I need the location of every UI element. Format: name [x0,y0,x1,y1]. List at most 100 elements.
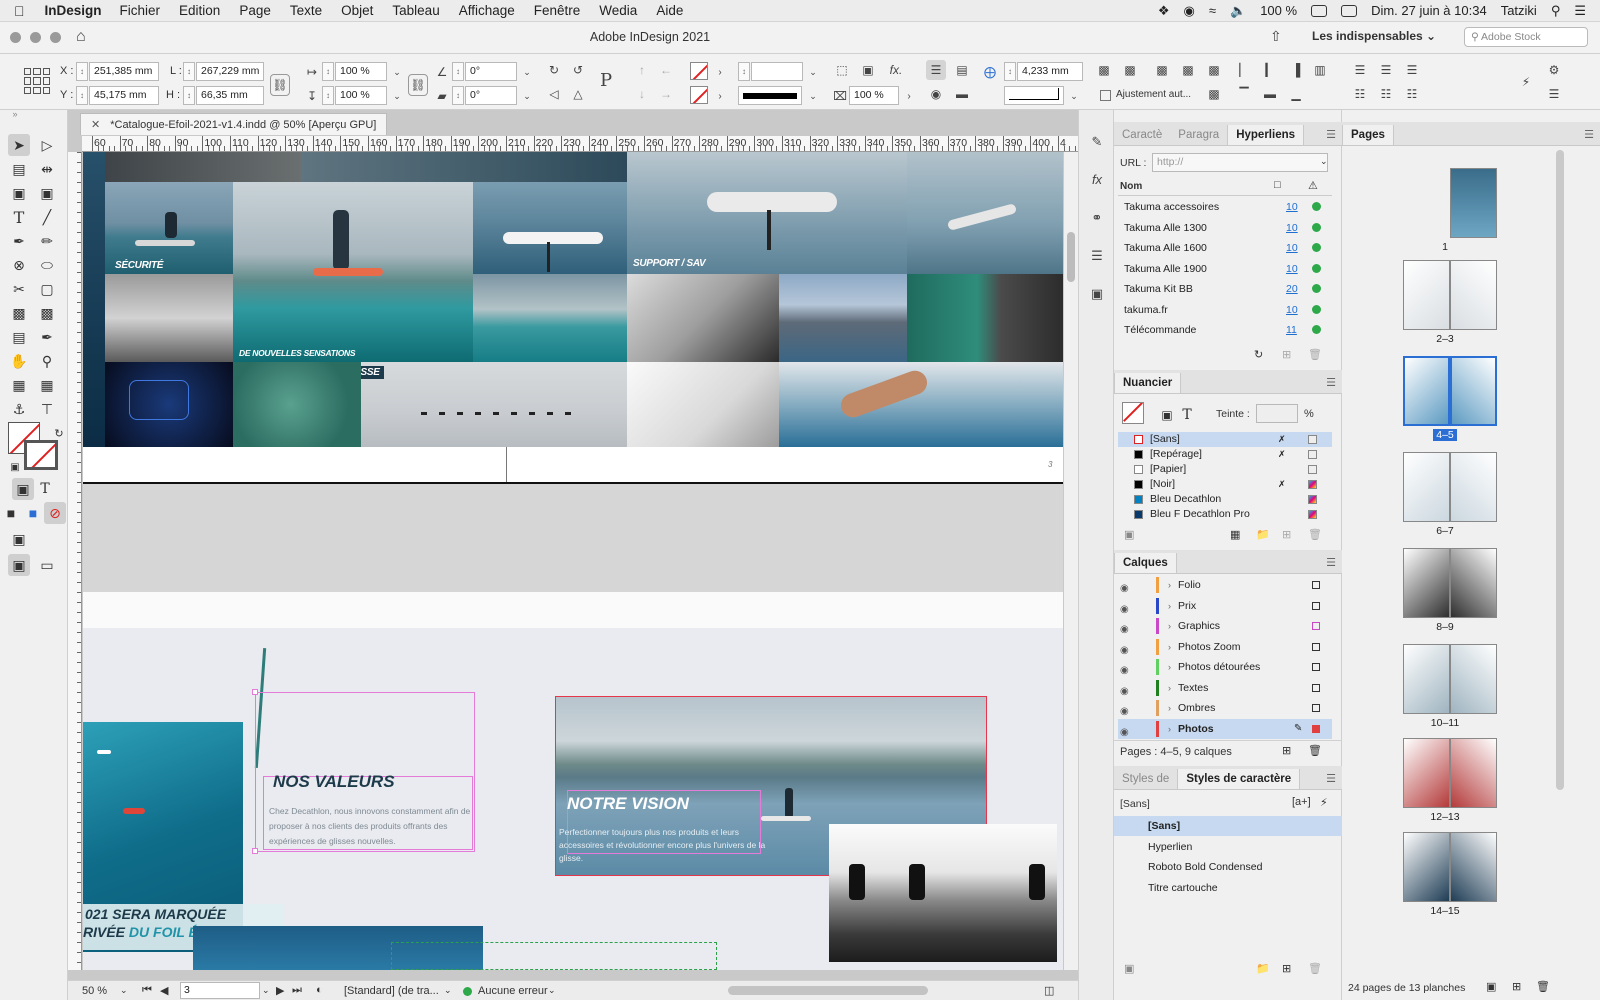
presentation-mode-icon[interactable]: ▣ [8,528,30,550]
layer-selection-box[interactable] [1312,642,1320,651]
clock[interactable]: Dim. 27 juin à 10:34 [1371,3,1487,18]
reference-point-icon[interactable] [24,68,50,94]
free-transform-tool-icon[interactable]: ▢ [36,278,58,300]
x-stepper[interactable]: ↕ [76,62,88,81]
hyperlink-page-link[interactable]: 10 [1286,300,1298,320]
hyperlink-page-link[interactable]: 10 [1286,218,1298,238]
photo-securite[interactable]: SÉCURITÉ [105,182,233,274]
text-wrap-shape-icon[interactable]: ◉ [926,84,946,104]
chevron-right-icon[interactable]: › [1168,637,1171,657]
photo-topdown[interactable] [233,362,361,447]
new-char-style-icon[interactable]: ⊞ [1282,962,1291,975]
scissors-tool-icon[interactable]: ✂ [8,278,30,300]
split-view-icon[interactable]: ◫ [1044,984,1054,997]
horizontal-scrollbar[interactable] [728,986,928,995]
zoom-level[interactable]: 50 % [82,985,107,997]
zoom-dropdown-icon[interactable]: ⌄ [120,985,128,996]
battery-icon[interactable] [1311,4,1328,17]
page-thumbnail[interactable] [1403,832,1450,902]
photo-board-closeup[interactable] [627,362,779,447]
stroke-none-swatch[interactable] [690,86,708,104]
y-stepper[interactable]: ↕ [76,86,88,105]
select-prev-icon[interactable]: ← [656,60,676,80]
pen-tool-icon[interactable]: ✒ [8,230,30,252]
menu-fichier[interactable]: Fichier [120,3,161,18]
stroke-type-dropdown-icon[interactable]: ⌄ [803,86,823,106]
links-panel-icon[interactable]: ⚭ [1088,210,1106,228]
hyperlinks-panel-menu-icon[interactable]: ☰ [1326,128,1336,141]
swatches-panel-menu-icon[interactable]: ☰ [1326,376,1336,389]
wifi-icon[interactable]: ≈ [1209,3,1216,18]
char-style-row[interactable]: Hyperlien [1114,837,1342,857]
fill-frame-proportional-icon[interactable]: ▩ [1120,60,1140,80]
eyedropper-tool-icon[interactable]: ✒ [36,326,58,348]
page-number-field[interactable]: 3 [180,982,260,999]
flip-horizontal-icon[interactable]: ◁ [544,84,564,104]
page-label[interactable]: 12–13 [1390,811,1500,823]
char-style-row[interactable]: Roboto Bold Condensed [1114,857,1342,877]
hyperlink-row[interactable]: Télécommande 11 [1118,320,1332,340]
char-style-row[interactable]: [Sans] [1114,816,1342,836]
swatch-row[interactable]: [Sans] ✗ [1118,432,1332,447]
align-vertical-centers-icon[interactable]: ▬ [1260,84,1280,104]
swatch-row[interactable]: Bleu F Decathlon Pro [1118,507,1332,522]
frame-fitting-icon[interactable]: ⬚ [832,60,852,80]
photo-foil-splash[interactable] [473,182,627,274]
properties-panel-icon[interactable]: ✎ [1088,134,1106,152]
formatting-container-icon[interactable]: ▣ [12,478,34,500]
chevron-right-icon[interactable]: › [1168,616,1171,636]
pencil-tool-icon[interactable]: ✏ [36,230,58,252]
corner-shape-selector[interactable] [1004,86,1064,105]
new-style-from-selection-icon[interactable]: [a+] [1292,796,1311,808]
scale-x-field[interactable]: 100 % [335,62,387,81]
menu-affichage[interactable]: Affichage [459,3,515,18]
gradient-feather-tool-icon[interactable]: ▩ [36,302,58,324]
fill-swatch-dropdown-icon[interactable]: › [710,62,730,82]
default-fill-stroke-icon[interactable]: ▣ [4,456,26,478]
text-wrap-none-icon[interactable]: ☰ [926,60,946,80]
gap-stepper[interactable]: ↕ [1004,62,1016,81]
horizontal-ruler[interactable]: 60 70 80 90 100 110 120 130 140 150 160 170 180 190 20… [82,136,1078,152]
apply-none-icon[interactable]: ⊘ [44,502,66,524]
page-label[interactable]: 6–7 [1390,525,1500,537]
display-icon[interactable] [1341,4,1358,17]
layer-row[interactable]: ◉ › Ombres [1118,698,1332,718]
photo-de-glisse[interactable]: DE GLISSE [361,362,627,447]
control-bar-menu-icon[interactable]: ☰ [1544,84,1564,104]
menu-aide[interactable]: Aide [656,3,683,18]
swatch-row[interactable]: [Noir] ✗ [1118,477,1332,492]
new-hyperlink-icon[interactable]: ⊞ [1282,348,1291,361]
page-thumbnail[interactable] [1450,548,1497,618]
layer-row[interactable]: ◉ › Photos détourées [1118,657,1332,677]
stroke-weight-field[interactable] [751,62,803,81]
scale-y-stepper[interactable]: ↕ [322,86,334,105]
show-swatches-icon[interactable]: ▣ [1124,528,1134,541]
layer-selection-box[interactable] [1312,601,1320,610]
page-thumbnail[interactable] [1450,832,1497,902]
adobe-stock-search[interactable]: ⚲ Adobe Stock [1464,27,1588,47]
menu-page[interactable]: Page [239,3,271,18]
constrain-scale-icon[interactable]: ⛓ [408,74,428,96]
normal-view-icon[interactable]: ▣ [8,554,30,576]
constrain-proportions-icon[interactable]: ⛓ [270,74,290,96]
menu-tableau[interactable]: Tableau [392,3,439,18]
distribute-hcenter-icon[interactable]: ☷ [1376,84,1396,104]
pages-scrollbar[interactable] [1556,150,1564,790]
photo-blueprint[interactable] [105,362,233,447]
distribute-vcenter-icon[interactable]: ☰ [1376,60,1396,80]
quick-apply-icon[interactable]: ⚡ [1516,72,1536,92]
hyperlink-row[interactable]: takuma.fr 10 [1118,300,1332,320]
swatch-text-icon[interactable]: T [1176,404,1198,426]
align-top-edges-icon[interactable]: ▔ [1234,84,1254,104]
page-label[interactable]: 10–11 [1390,717,1500,729]
width-stepper[interactable]: ↕ [183,62,195,81]
photo-support-sav[interactable]: SUPPORT / SAV [627,152,907,274]
scale-x-dropdown-icon[interactable]: ⌄ [387,62,407,82]
align-right-edges-icon[interactable]: ▐ [1286,60,1306,80]
stroke-none-indicator[interactable] [24,440,58,470]
delete-hyperlink-icon[interactable]: 🗑 [1308,348,1322,361]
menu-wedia[interactable]: Wedia [599,3,637,18]
hyperlink-row[interactable]: Takuma Kit BB 20 [1118,279,1332,299]
auto-fit-checkbox[interactable] [1100,90,1111,101]
frame-grid-v-tool-icon[interactable]: ▦ [36,374,58,396]
